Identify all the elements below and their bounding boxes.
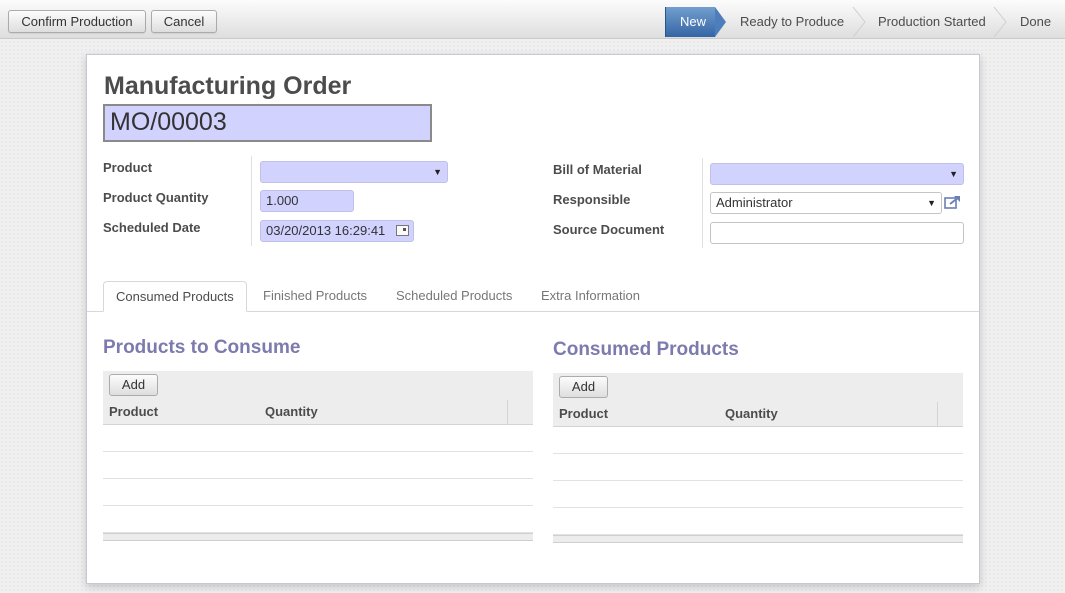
stage-new: New <box>665 7 726 37</box>
column-quantity[interactable]: Quantity <box>725 406 778 421</box>
form-header: Confirm Production Cancel New Ready to P… <box>0 0 1065 39</box>
delete-column-header <box>507 400 533 424</box>
table-footer <box>553 535 963 543</box>
table-row <box>103 479 533 506</box>
calendar-icon[interactable] <box>396 225 409 236</box>
source-document-input[interactable] <box>710 222 964 244</box>
product-label: Product <box>103 160 153 175</box>
stage-production-started: Production Started <box>878 7 986 37</box>
tab-finished-products[interactable]: Finished Products <box>263 281 367 312</box>
table-toolbar: Add <box>103 371 533 400</box>
table-header: Product Quantity <box>553 402 963 427</box>
stage-started-label: Production Started <box>878 14 986 29</box>
scheduled-date-input[interactable]: 03/20/2013 16:29:41 <box>260 220 414 242</box>
source-document-label: Source Document <box>553 222 665 237</box>
add-consumed-product-button[interactable]: Add <box>559 376 608 398</box>
tab-scheduled-products[interactable]: Scheduled Products <box>396 281 512 312</box>
external-link-icon[interactable] <box>944 194 962 210</box>
cancel-button[interactable]: Cancel <box>151 10 217 33</box>
products-to-consume-table: Add Product Quantity <box>103 371 533 541</box>
add-product-to-consume-button[interactable]: Add <box>109 374 158 396</box>
label-divider <box>702 158 703 248</box>
delete-column-header <box>937 402 963 426</box>
responsible-select[interactable]: Administrator ▼ <box>710 192 942 214</box>
table-footer <box>103 533 533 541</box>
table-header: Product Quantity <box>103 400 533 425</box>
stage-ready-to-produce: Ready to Produce <box>740 7 844 37</box>
caret-down-icon: ▼ <box>949 169 958 179</box>
consumed-products-title: Consumed Products <box>553 339 739 360</box>
table-row <box>553 427 963 454</box>
table-row <box>103 506 533 533</box>
responsible-value: Administrator <box>716 195 793 210</box>
stage-ready-label: Ready to Produce <box>740 14 845 29</box>
table-row <box>103 425 533 452</box>
confirm-production-button[interactable]: Confirm Production <box>8 10 146 33</box>
table-row <box>103 452 533 479</box>
scheduled-date-label: Scheduled Date <box>103 220 201 235</box>
scheduled-date-value: 03/20/2013 16:29:41 <box>266 223 386 238</box>
stage-new-label: New <box>680 14 707 29</box>
bill-of-material-label: Bill of Material <box>553 162 642 177</box>
column-quantity[interactable]: Quantity <box>265 404 318 419</box>
product-select[interactable]: ▼ <box>260 161 448 183</box>
table-row <box>553 508 963 535</box>
table-row <box>553 481 963 508</box>
label-divider <box>251 156 252 246</box>
product-quantity-value: 1.000 <box>266 193 299 208</box>
page-title: Manufacturing Order <box>104 72 352 100</box>
caret-down-icon: ▼ <box>927 198 936 208</box>
products-to-consume-title: Products to Consume <box>103 337 301 358</box>
chevron-right-icon <box>852 7 866 37</box>
bill-of-material-select[interactable]: ▼ <box>710 163 964 185</box>
table-toolbar: Add <box>553 373 963 402</box>
stage-arrow-icon <box>715 7 726 37</box>
consumed-products-table: Add Product Quantity <box>553 373 963 543</box>
stage-done: Done <box>1020 7 1051 37</box>
tab-consumed-products[interactable]: Consumed Products <box>103 281 247 312</box>
product-quantity-label: Product Quantity <box>103 190 209 205</box>
column-product[interactable]: Product <box>109 404 158 419</box>
responsible-label: Responsible <box>553 192 631 207</box>
reference-field[interactable]: MO/00003 <box>103 104 432 142</box>
status-bar: New Ready to Produce Production Started … <box>665 7 1065 38</box>
table-row <box>553 454 963 481</box>
chevron-right-icon <box>993 7 1007 37</box>
stage-done-label: Done <box>1020 14 1052 29</box>
form-sheet: Manufacturing Order MO/00003 Product Pro… <box>86 54 980 584</box>
column-product[interactable]: Product <box>559 406 608 421</box>
tab-extra-information[interactable]: Extra Information <box>541 281 640 312</box>
product-quantity-input[interactable]: 1.000 <box>260 190 354 212</box>
caret-down-icon: ▼ <box>433 167 442 177</box>
